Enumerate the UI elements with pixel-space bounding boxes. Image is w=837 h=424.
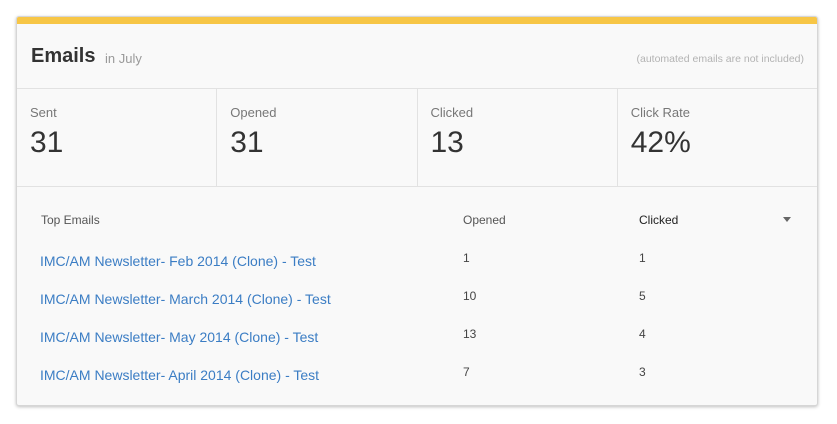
email-link[interactable]: IMC/AM Newsletter- April 2014 (Clone) - …: [40, 367, 319, 383]
card-accent-bar: [17, 17, 817, 24]
card-title: Emails: [31, 45, 96, 67]
email-link[interactable]: IMC/AM Newsletter- May 2014 (Clone) - Te…: [40, 329, 318, 345]
stat-clicked: Clicked 13: [418, 89, 618, 186]
stat-label: Opened: [230, 105, 277, 120]
clicked-count: 4: [639, 327, 646, 341]
stat-sent: Sent 31: [17, 89, 218, 186]
stat-click-rate: Click Rate 42%: [618, 89, 817, 186]
clicked-count: 5: [639, 289, 646, 303]
stat-opened: Opened 31: [217, 89, 418, 186]
column-header-top-emails: Top Emails: [41, 213, 100, 227]
stat-value: 42%: [630, 126, 691, 159]
card-header: Emails in July (automated emails are not…: [17, 24, 817, 88]
stats-row: Sent 31 Opened 31 Clicked 13 Click Rate …: [17, 88, 817, 187]
table-row: IMC/AM Newsletter- May 2014 (Clone) - Te…: [17, 324, 817, 362]
top-emails-table: Top Emails Opened Clicked IMC/AM Newslet…: [17, 186, 817, 405]
table-row: IMC/AM Newsletter- March 2014 (Clone) - …: [17, 286, 817, 324]
emails-card: Emails in July (automated emails are not…: [16, 16, 818, 406]
clicked-count: 1: [639, 251, 646, 265]
table-row: IMC/AM Newsletter- Feb 2014 (Clone) - Te…: [17, 248, 817, 286]
table-row: IMC/AM Newsletter- April 2014 (Clone) - …: [17, 362, 817, 400]
clicked-count: 3: [639, 365, 646, 379]
column-header-clicked-sort[interactable]: Clicked: [639, 213, 678, 227]
column-header-opened: Opened: [463, 213, 506, 227]
stat-label: Sent: [30, 105, 57, 120]
chevron-down-icon[interactable]: [783, 217, 791, 222]
stat-value: 13: [430, 126, 464, 159]
email-link[interactable]: IMC/AM Newsletter- March 2014 (Clone) - …: [40, 291, 331, 307]
opened-count: 13: [463, 327, 477, 341]
stat-label: Click Rate: [630, 105, 690, 120]
opened-count: 7: [463, 365, 470, 379]
card-note: (automated emails are not included): [636, 53, 804, 65]
card-subtitle: in July: [105, 51, 142, 66]
opened-count: 1: [463, 251, 470, 265]
stat-value: 31: [30, 126, 64, 159]
stat-value: 31: [230, 126, 264, 159]
stat-label: Clicked: [430, 105, 474, 120]
email-link[interactable]: IMC/AM Newsletter- Feb 2014 (Clone) - Te…: [40, 253, 316, 269]
opened-count: 10: [463, 289, 477, 303]
